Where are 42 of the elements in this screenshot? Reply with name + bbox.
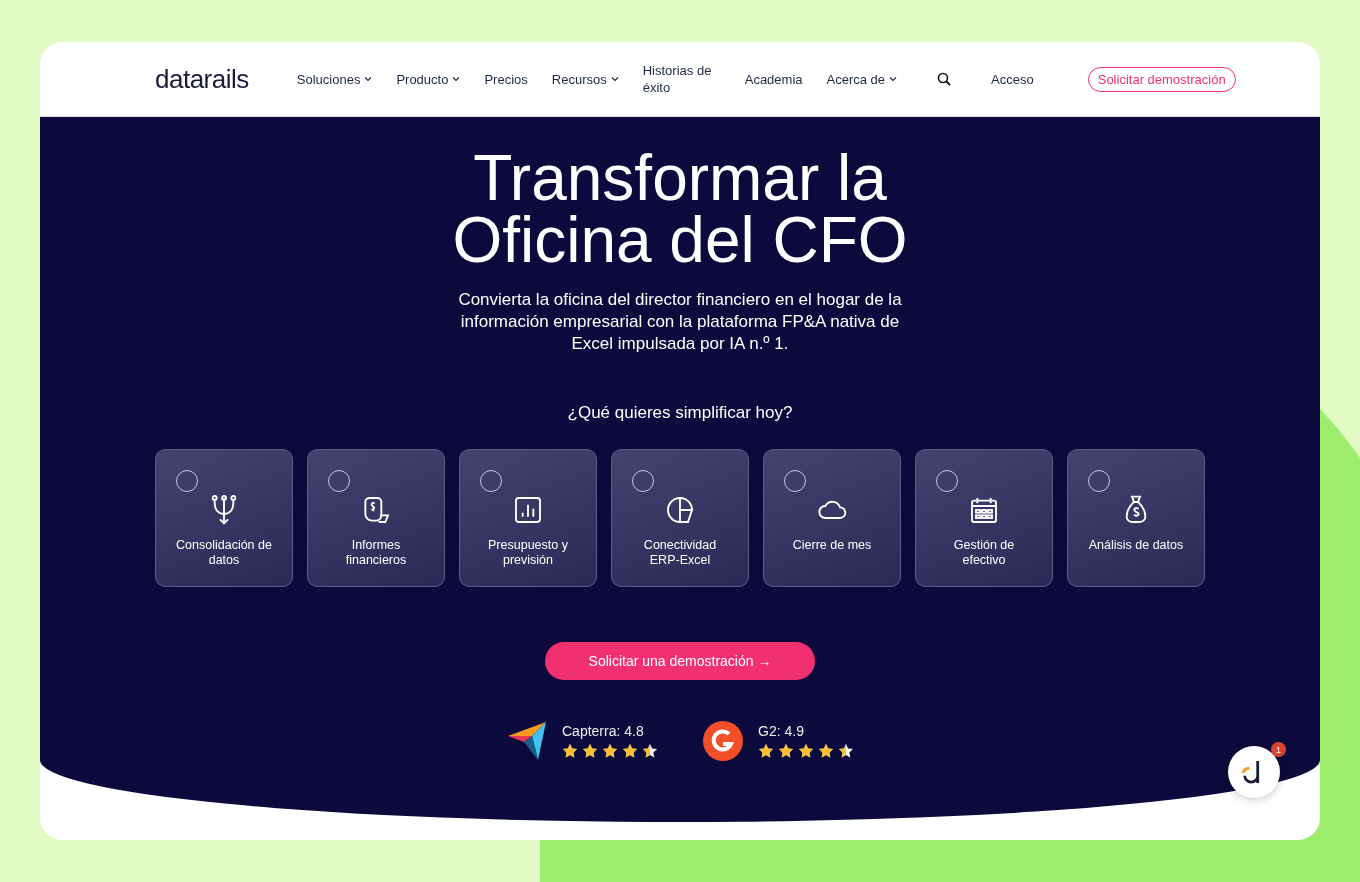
star-icon <box>758 743 774 759</box>
hero-title: Transformar la Oficina del CFO <box>451 147 909 271</box>
rating-label: G2: 4.9 <box>758 723 805 739</box>
star-icon <box>838 743 854 759</box>
chevron-down-icon <box>452 75 461 83</box>
star-icon <box>582 743 598 759</box>
star-icon <box>622 743 638 759</box>
login-link[interactable]: Acceso <box>991 71 1034 87</box>
star-icon <box>778 743 794 759</box>
paper-plane-logo-icon <box>506 720 548 762</box>
star-icon <box>798 743 814 759</box>
option-card[interactable]: Presupuesto y previsión <box>459 449 597 587</box>
option-card[interactable]: Informes financieros <box>307 449 445 587</box>
hero-subtitle: Convierta la oficina del director financiero en el hogar de la información empresarial con la plataforma FP&A nativa de Excel impulsada por IA n.º 1. <box>457 289 903 355</box>
nav-link[interactable]: Precios <box>484 70 528 88</box>
option-card[interactable]: Gestión de efectivo <box>915 449 1053 587</box>
request-demo-button[interactable]: Solicitar una demostración → <box>545 642 815 680</box>
chevron-down-icon <box>364 75 373 83</box>
chevron-down-icon <box>889 75 898 83</box>
rating-label: Capterra: 4.8 <box>562 723 645 739</box>
request-demo-button[interactable]: Solicitar demostración <box>1087 66 1236 92</box>
nav-link[interactable]: Historias de éxito <box>642 62 721 96</box>
pie-icon <box>664 494 696 526</box>
nav-link[interactable]: Soluciones <box>296 70 373 88</box>
g2-logo-icon <box>702 720 744 762</box>
nav-link[interactable]: Producto <box>396 70 461 88</box>
chart-icon <box>512 494 544 526</box>
star-icon <box>562 743 578 759</box>
star-icon <box>818 743 834 759</box>
brand-logo[interactable]: datarails <box>155 63 249 95</box>
search-icon[interactable] <box>937 72 952 86</box>
star-icon <box>602 743 618 759</box>
nav-link[interactable]: Recursos <box>551 70 619 88</box>
question-heading: ¿Qué quieres simplificar hoy? <box>567 403 793 423</box>
option-card[interactable]: Cierre de mes <box>763 449 901 587</box>
option-card[interactable]: Análisis de datos <box>1067 449 1205 587</box>
chevron-down-icon <box>610 75 619 83</box>
star-icon <box>642 743 658 759</box>
nav-link[interactable]: Academia <box>744 70 803 88</box>
nav-link[interactable]: Acerca de <box>826 70 898 88</box>
option-card[interactable]: Conectividad ERP-Excel <box>611 449 749 587</box>
option-card[interactable]: Consolidación de datos <box>155 449 293 587</box>
